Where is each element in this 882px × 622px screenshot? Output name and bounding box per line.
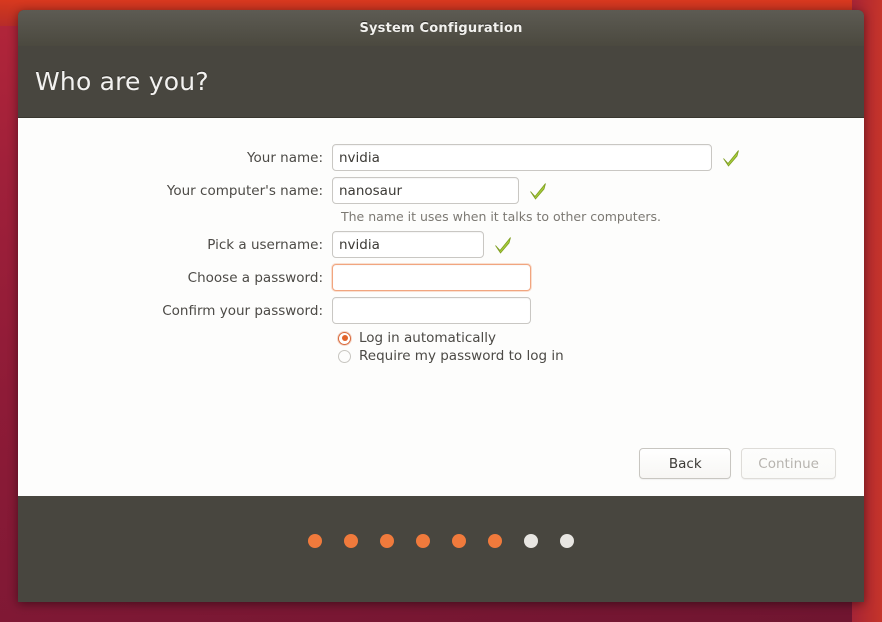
radio-row-auto-login[interactable]: Log in automatically (18, 330, 864, 346)
window-titlebar[interactable]: System Configuration (18, 10, 864, 46)
radio-label-require-password: Require my password to log in (359, 348, 564, 364)
desktop-background: System Configuration Who are you? Your n… (0, 0, 882, 622)
label-password: Choose a password: (187, 269, 323, 286)
label-computer-name: Your computer's name: (166, 182, 323, 199)
radio-icon-auto-login[interactable] (338, 331, 351, 345)
label-confirm-password: Confirm your password: (162, 302, 323, 319)
radio-label-auto-login: Log in automatically (359, 330, 497, 346)
form-row-username: Pick a username: (18, 231, 864, 258)
hint-row-computer-name: The name it uses when it talks to other … (18, 209, 864, 224)
check-icon-username (493, 235, 513, 255)
continue-button[interactable]: Continue (741, 448, 836, 479)
field-wrap-your-name (332, 144, 741, 171)
form-row-password: Choose a password: (18, 264, 864, 291)
page-title: Who are you? (35, 67, 209, 96)
your-name-input[interactable] (332, 144, 712, 171)
page-header: Who are you? (18, 46, 864, 117)
computer-name-hint: The name it uses when it talks to other … (341, 209, 662, 224)
form-row-confirm-password: Confirm your password: (18, 297, 864, 324)
progress-dot-7 (524, 534, 538, 548)
form-row-your-name: Your name: (18, 144, 864, 171)
progress-dot-1 (308, 534, 322, 548)
window-title: System Configuration (359, 20, 523, 36)
check-placeholder-confirm (540, 301, 560, 321)
field-wrap-username (332, 231, 513, 258)
progress-dot-2 (344, 534, 358, 548)
hint-spacer (18, 209, 332, 224)
user-setup-form: Your name: Your computer's name: (18, 144, 864, 366)
check-icon-your-name (721, 148, 741, 168)
label-username: Pick a username: (207, 236, 323, 253)
navigation-buttons: Back Continue (639, 448, 836, 479)
progress-dot-8 (560, 534, 574, 548)
form-row-computer-name: Your computer's name: (18, 177, 864, 204)
label-your-name: Your name: (247, 149, 323, 166)
computer-name-input[interactable] (332, 177, 519, 204)
check-icon-computer-name (528, 181, 548, 201)
field-wrap-password (332, 264, 560, 291)
back-button[interactable]: Back (639, 448, 732, 479)
progress-dot-6 (488, 534, 502, 548)
progress-dot-3 (380, 534, 394, 548)
radio-option-require-password[interactable]: Require my password to log in (332, 348, 564, 364)
field-wrap-computer-name (332, 177, 548, 204)
progress-dot-5 (452, 534, 466, 548)
progress-dot-4 (416, 534, 430, 548)
confirm-password-input[interactable] (332, 297, 531, 324)
field-wrap-confirm-password (332, 297, 560, 324)
installer-footer (18, 496, 864, 602)
password-input[interactable] (332, 264, 531, 291)
username-input[interactable] (332, 231, 484, 258)
radio-option-auto-login[interactable]: Log in automatically (332, 330, 496, 346)
installer-window: System Configuration Who are you? Your n… (18, 10, 864, 602)
radio-row-require-password[interactable]: Require my password to log in (18, 348, 864, 364)
check-placeholder-password (540, 268, 560, 288)
radio-icon-require-password[interactable] (338, 349, 351, 363)
form-panel: Your name: Your computer's name: (18, 117, 864, 496)
progress-dots (18, 534, 864, 548)
